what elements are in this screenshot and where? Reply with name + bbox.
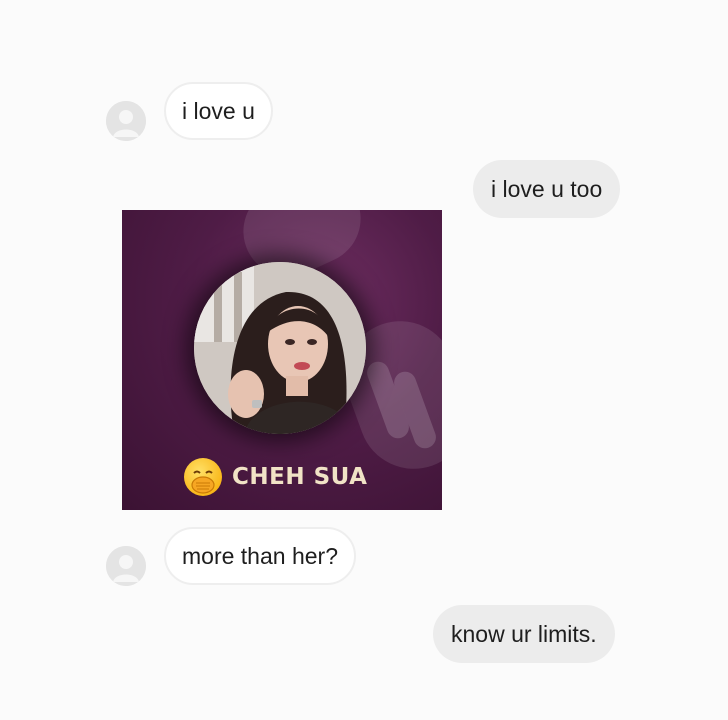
image-caption: CHEH SUA [184,458,367,496]
message-text: i love u [182,97,255,124]
hand-over-mouth-emoji-icon [184,458,222,496]
portrait-photo [194,262,366,434]
default-profile-icon [106,101,146,141]
sender-avatar[interactable] [106,546,146,586]
outgoing-message-bubble[interactable]: i love u too [473,160,621,218]
sender-avatar[interactable] [106,101,146,141]
default-profile-icon [106,546,146,586]
outgoing-message-bubble[interactable]: know ur limits. [433,605,615,663]
incoming-message-bubble[interactable]: more than her? [164,527,356,585]
message-text: know ur limits. [451,620,597,647]
shared-image-message[interactable]: CHEH SUA [122,210,442,510]
portrait-illustration [194,262,366,434]
chat-screen: i love u i love u too CHEH SUA more than… [0,0,728,720]
message-text: more than her? [182,542,338,569]
message-text: i love u too [491,175,603,202]
caption-text: CHEH SUA [232,464,368,490]
incoming-message-bubble[interactable]: i love u [164,82,273,140]
